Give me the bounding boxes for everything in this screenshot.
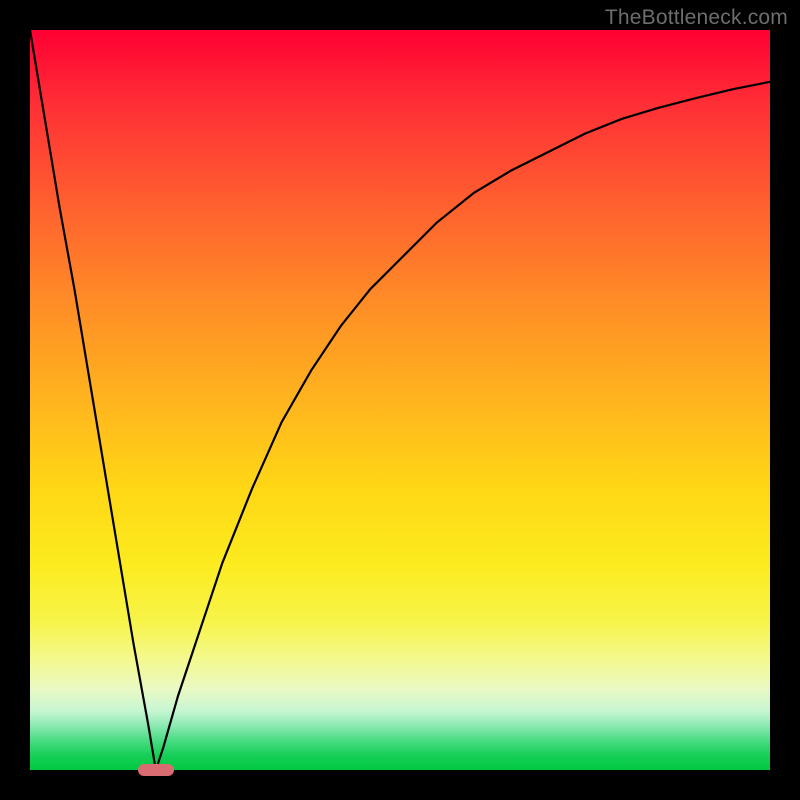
chart-frame: TheBottleneck.com <box>0 0 800 800</box>
bottleneck-curve-path <box>30 30 770 770</box>
plot-area <box>30 30 770 770</box>
curve-svg <box>30 30 770 770</box>
watermark-text: TheBottleneck.com <box>605 6 788 30</box>
optimal-point-marker <box>138 764 174 776</box>
